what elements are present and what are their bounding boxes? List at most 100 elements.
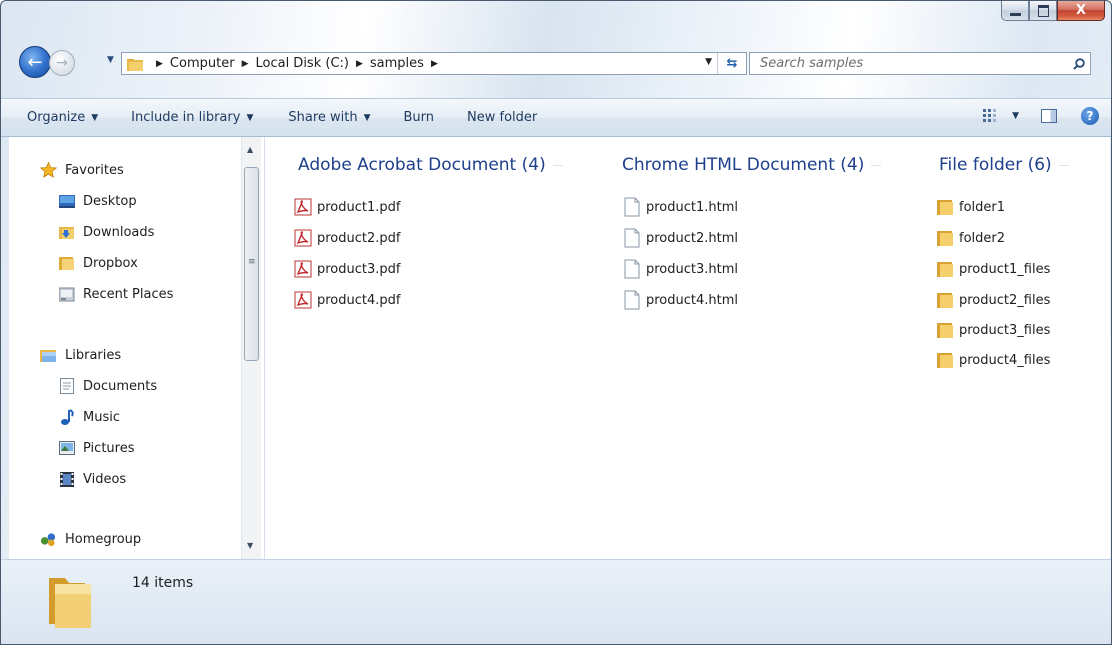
folder-icon: [934, 259, 956, 279]
chevron-down-icon: ▼: [91, 112, 99, 123]
nav-label: Music: [83, 409, 120, 425]
html-file-icon: [621, 197, 643, 217]
burn-button[interactable]: Burn: [393, 110, 446, 125]
group-divider: [871, 164, 882, 166]
breadcrumb-samples[interactable]: samples: [370, 56, 424, 71]
preview-pane-icon[interactable]: [1041, 109, 1057, 123]
new-folder-button[interactable]: New folder: [456, 110, 548, 125]
file-name: product3.pdf: [317, 261, 401, 277]
group-header-pdf[interactable]: Adobe Acrobat Document (4): [298, 155, 563, 175]
folder-name: product2_files: [959, 292, 1051, 308]
folder-item[interactable]: folder2: [934, 227, 1005, 249]
help-icon[interactable]: ?: [1081, 107, 1099, 125]
group-header-html[interactable]: Chrome HTML Document (4): [622, 155, 882, 175]
maximize-icon: [1037, 4, 1049, 17]
nav-label: Videos: [83, 471, 127, 487]
nav-desktop[interactable]: Desktop: [58, 190, 137, 212]
details-pane: 14 items: [1, 559, 1111, 644]
breadcrumb-chevron-icon[interactable]: ▶: [156, 59, 163, 69]
file-list: Adobe Acrobat Document (4) product1.pdf …: [265, 137, 1110, 559]
file-item[interactable]: product4.pdf: [292, 289, 400, 311]
item-count: 14 items: [132, 575, 194, 591]
nav-favorites[interactable]: Favorites: [40, 159, 124, 181]
file-item[interactable]: product3.pdf: [292, 258, 400, 280]
file-item[interactable]: product2.html: [621, 227, 738, 249]
search-icon[interactable]: [1068, 53, 1090, 74]
breadcrumb-chevron-icon[interactable]: ▶: [356, 59, 363, 69]
scroll-up-icon[interactable]: ▲: [247, 145, 253, 154]
address-bar[interactable]: ▶ Computer ▶ Local Disk (C:) ▶ samples ▶…: [121, 52, 747, 75]
scroll-down-icon[interactable]: ▼: [247, 541, 253, 550]
libraries-icon: [40, 347, 57, 363]
back-arrow-icon: ←: [27, 51, 43, 73]
breadcrumb: ▶ Computer ▶ Local Disk (C:) ▶ samples ▶: [149, 56, 445, 71]
breadcrumb-chevron-icon[interactable]: ▶: [431, 59, 438, 69]
caption-buttons: X: [1001, 1, 1105, 23]
forward-button[interactable]: →: [49, 50, 75, 76]
more-options-dropdown-icon[interactable]: ▼: [1012, 111, 1019, 121]
navigation-pane: Favorites Desktop Downloads Dropbox Rece…: [9, 137, 265, 559]
nav-libraries[interactable]: Libraries: [40, 344, 121, 366]
file-item[interactable]: product1.html: [621, 196, 738, 218]
folder-item[interactable]: product1_files: [934, 258, 1050, 280]
folder-name: product4_files: [959, 352, 1051, 368]
share-with-button[interactable]: Share with ▼: [277, 110, 381, 125]
forward-arrow-icon: →: [56, 55, 68, 71]
maximize-button[interactable]: [1029, 1, 1057, 21]
recent-pages-dropdown[interactable]: ▼: [107, 55, 114, 65]
videos-icon: [58, 471, 75, 487]
navigation-scrollbar[interactable]: ▲ ≡ ▼: [241, 137, 261, 559]
file-item[interactable]: product2.pdf: [292, 227, 400, 249]
address-dropdown-icon[interactable]: ▼: [705, 57, 712, 67]
breadcrumb-computer[interactable]: Computer: [170, 56, 235, 71]
file-name: product4.pdf: [317, 292, 401, 308]
desktop-icon: [58, 193, 75, 209]
organize-button[interactable]: Organize ▼: [1, 110, 109, 125]
scroll-grip-icon: ≡: [248, 257, 256, 267]
folder-item[interactable]: product4_files: [934, 349, 1050, 371]
change-view-icon[interactable]: [982, 108, 1000, 124]
chevron-down-icon: ▼: [363, 112, 371, 123]
view-controls: ▼ ?: [982, 107, 1099, 125]
folder-icon: [934, 350, 956, 370]
nav-documents[interactable]: Documents: [58, 375, 157, 397]
refresh-button[interactable]: ⇆: [717, 53, 746, 74]
nav-label: Downloads: [83, 224, 155, 240]
folder-name: product3_files: [959, 322, 1051, 338]
folder-item[interactable]: product2_files: [934, 289, 1050, 311]
close-button[interactable]: X: [1057, 1, 1105, 21]
star-icon: [40, 162, 57, 178]
file-name: product3.html: [646, 261, 739, 277]
search-input[interactable]: [758, 55, 1068, 72]
nav-downloads[interactable]: Downloads: [58, 221, 154, 243]
include-in-library-button[interactable]: Include in library ▼: [120, 110, 264, 125]
nav-homegroup[interactable]: Homegroup: [40, 528, 141, 550]
nav-dropbox[interactable]: Dropbox: [58, 252, 138, 274]
html-file-icon: [621, 259, 643, 279]
breadcrumb-local-disk[interactable]: Local Disk (C:): [255, 56, 348, 71]
file-item[interactable]: product4.html: [621, 289, 738, 311]
nav-pictures[interactable]: Pictures: [58, 437, 134, 459]
new-folder-label: New folder: [467, 110, 538, 125]
group-header-folders[interactable]: File folder (6): [939, 155, 1069, 175]
breadcrumb-chevron-icon[interactable]: ▶: [242, 59, 249, 69]
organize-label: Organize: [27, 110, 86, 125]
file-item[interactable]: product3.html: [621, 258, 738, 280]
nav-videos[interactable]: Videos: [58, 468, 126, 490]
pdf-icon: [292, 259, 314, 279]
folder-icon: [934, 320, 956, 340]
folder-item[interactable]: folder1: [934, 196, 1005, 218]
search-box[interactable]: [749, 52, 1091, 75]
back-button[interactable]: ←: [19, 46, 51, 78]
burn-label: Burn: [403, 110, 435, 125]
nav-recent-places[interactable]: Recent Places: [58, 283, 173, 305]
folder-name: folder2: [959, 230, 1006, 246]
folder-icon: [934, 197, 956, 217]
nav-music[interactable]: Music: [58, 406, 120, 428]
minimize-button[interactable]: [1001, 1, 1029, 21]
file-item[interactable]: product1.pdf: [292, 196, 400, 218]
homegroup-icon: [40, 531, 57, 547]
share-with-label: Share with: [288, 110, 358, 125]
folder-icon: [934, 290, 956, 310]
folder-item[interactable]: product3_files: [934, 319, 1050, 341]
